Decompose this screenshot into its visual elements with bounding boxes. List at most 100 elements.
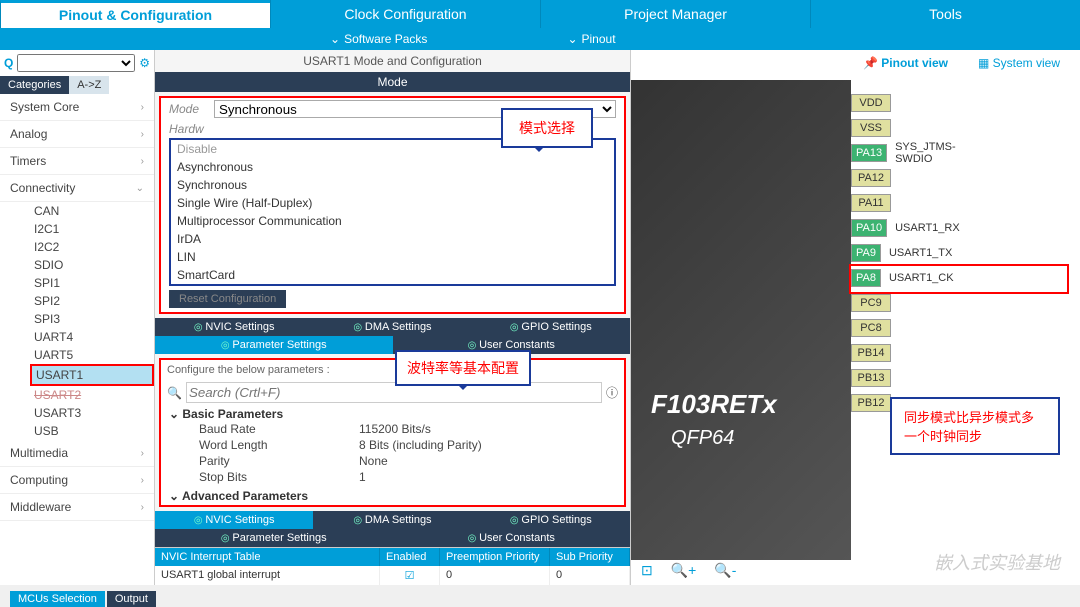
search-icon[interactable]: 🔍 <box>167 386 182 400</box>
p-stop-v[interactable]: 1 <box>359 470 366 484</box>
view-system[interactable]: ▦ System view <box>978 56 1060 70</box>
tab-nvic[interactable]: NVIC Settings <box>155 318 313 336</box>
tab-dma[interactable]: DMA Settings <box>313 318 471 336</box>
tab-clock-config[interactable]: Clock Configuration <box>270 0 540 28</box>
reset-button[interactable]: Reset Configuration <box>169 290 286 308</box>
watermark: 嵌入式实验基地 <box>934 549 1060 575</box>
nvic-h-sp: Sub Priority <box>550 548 630 566</box>
p-baud-n: Baud Rate <box>199 422 359 436</box>
tab-project-manager[interactable]: Project Manager <box>540 0 810 28</box>
pin-label: VDD <box>851 94 891 112</box>
cat-computing[interactable]: Computing› <box>0 467 154 494</box>
item-spi1[interactable]: SPI1 <box>30 274 154 292</box>
item-usart1[interactable]: USART1 <box>30 364 154 386</box>
pin-pa10[interactable]: PA10USART1_RX <box>851 215 951 240</box>
cat-timers[interactable]: Timers› <box>0 148 154 175</box>
cat-multimedia[interactable]: Multimedia› <box>0 440 154 467</box>
nvic-h-enabled: Enabled <box>380 548 440 566</box>
tab-param2[interactable]: Parameter Settings <box>155 529 393 547</box>
pin-pc8[interactable]: PC8 <box>851 315 951 340</box>
item-usb[interactable]: USB <box>30 422 154 440</box>
chevron-right-icon: › <box>141 448 144 459</box>
opt-singlewire[interactable]: Single Wire (Half-Duplex) <box>171 194 614 212</box>
mode-dropdown: Disable Asynchronous Synchronous Single … <box>169 138 616 286</box>
item-spi2[interactable]: SPI2 <box>30 292 154 310</box>
tab-gpio[interactable]: GPIO Settings <box>472 318 630 336</box>
tab-gpio2[interactable]: GPIO Settings <box>472 511 630 529</box>
nvic-row-pp[interactable]: 0 <box>440 566 550 585</box>
pin-pb13[interactable]: PB13 <box>851 365 951 390</box>
gear-icon[interactable]: ⚙ <box>139 56 150 70</box>
item-usart2[interactable]: USART2 <box>30 386 154 404</box>
item-usart3[interactable]: USART3 <box>30 404 154 422</box>
tab-user2[interactable]: User Constants <box>393 529 631 547</box>
view-pinout[interactable]: 📌 Pinout view <box>863 56 948 70</box>
p-baud-v[interactable]: 115200 Bits/s <box>359 422 431 436</box>
bottom-tab-mcus[interactable]: MCUs Selection <box>10 591 105 607</box>
sidebar-tab-categories[interactable]: Categories <box>0 76 69 94</box>
chip-package: QFP64 <box>671 427 734 450</box>
item-sdio[interactable]: SDIO <box>30 256 154 274</box>
nvic-h-name: NVIC Interrupt Table <box>155 548 380 566</box>
config-title: USART1 Mode and Configuration <box>155 50 630 72</box>
pin-pa13[interactable]: PA13SYS_JTMS-SWDIO <box>851 140 951 165</box>
opt-lin[interactable]: LIN <box>171 248 614 266</box>
cat-connectivity[interactable]: Connectivity⌄ <box>0 175 154 202</box>
menu-software-packs[interactable]: Software Packs <box>330 32 427 46</box>
pin-label: PA11 <box>851 194 891 212</box>
pin-vss[interactable]: VSS <box>851 115 951 140</box>
p-word-v[interactable]: 8 Bits (including Parity) <box>359 438 482 452</box>
zoom-fit-icon[interactable]: ⊡ <box>641 562 653 579</box>
tab-nvic2[interactable]: NVIC Settings <box>155 511 313 529</box>
tab-param[interactable]: Parameter Settings <box>155 336 393 354</box>
tab-pinout-config[interactable]: Pinout & Configuration <box>0 0 270 28</box>
item-i2c1[interactable]: I2C1 <box>30 220 154 238</box>
zoom-in-icon[interactable]: 🔍+ <box>671 562 697 579</box>
cat-analog[interactable]: Analog› <box>0 121 154 148</box>
chip-body[interactable]: F103RETx QFP64 <box>631 80 851 560</box>
cat-system-core[interactable]: System Core› <box>0 94 154 121</box>
pin-label: PC9 <box>851 294 891 312</box>
param-box: Configure the below parameters : 🔍 ⓘ ⌄ B… <box>159 358 626 507</box>
sidebar-tab-az[interactable]: A->Z <box>69 76 109 94</box>
pin-vdd[interactable]: VDD <box>851 90 951 115</box>
menu-pinout[interactable]: Pinout <box>567 32 615 46</box>
cat-middleware[interactable]: Middleware› <box>0 494 154 521</box>
nvic-row-sp[interactable]: 0 <box>550 566 630 585</box>
p-dir-v[interactable]: Receive and Transmit <box>359 504 475 507</box>
p-parity-v[interactable]: None <box>359 454 388 468</box>
pin-func: SYS_JTMS-SWDIO <box>887 141 956 165</box>
tab-tools[interactable]: Tools <box>810 0 1080 28</box>
chevron-down-icon: ⌄ <box>136 183 144 194</box>
item-uart5[interactable]: UART5 <box>30 346 154 364</box>
param-search[interactable] <box>186 382 602 403</box>
nvic-row-enabled[interactable]: ☑ <box>380 566 440 585</box>
item-i2c2[interactable]: I2C2 <box>30 238 154 256</box>
pin-pa9[interactable]: PA9USART1_TX <box>851 240 951 265</box>
search-icon[interactable]: Q <box>4 56 13 70</box>
p-word-n: Word Length <box>199 438 359 452</box>
grp-advanced[interactable]: ⌄ Advanced Parameters <box>169 489 616 503</box>
opt-smartcard[interactable]: SmartCard <box>171 266 614 284</box>
opt-async[interactable]: Asynchronous <box>171 158 614 176</box>
tab-dma2[interactable]: DMA Settings <box>313 511 471 529</box>
mode-label: Mode <box>169 102 214 116</box>
pin-label: VSS <box>851 119 891 137</box>
pinout-panel: 📌 Pinout view ▦ System view F103RETx QFP… <box>630 50 1080 585</box>
zoom-out-icon[interactable]: 🔍- <box>714 562 736 579</box>
info-icon[interactable]: ⓘ <box>606 384 618 401</box>
pin-label: PC8 <box>851 319 891 337</box>
pin-pa11[interactable]: PA11 <box>851 190 951 215</box>
pin-pa12[interactable]: PA12 <box>851 165 951 190</box>
opt-multiproc[interactable]: Multiprocessor Communication <box>171 212 614 230</box>
opt-irda[interactable]: IrDA <box>171 230 614 248</box>
pin-label: PB12 <box>851 394 891 412</box>
item-can[interactable]: CAN <box>30 202 154 220</box>
pin-pb14[interactable]: PB14 <box>851 340 951 365</box>
opt-sync[interactable]: Synchronous <box>171 176 614 194</box>
grp-basic[interactable]: ⌄ Basic Parameters <box>169 407 616 421</box>
search-select[interactable] <box>17 54 135 72</box>
bottom-tab-output[interactable]: Output <box>107 591 156 607</box>
item-spi3[interactable]: SPI3 <box>30 310 154 328</box>
item-uart4[interactable]: UART4 <box>30 328 154 346</box>
